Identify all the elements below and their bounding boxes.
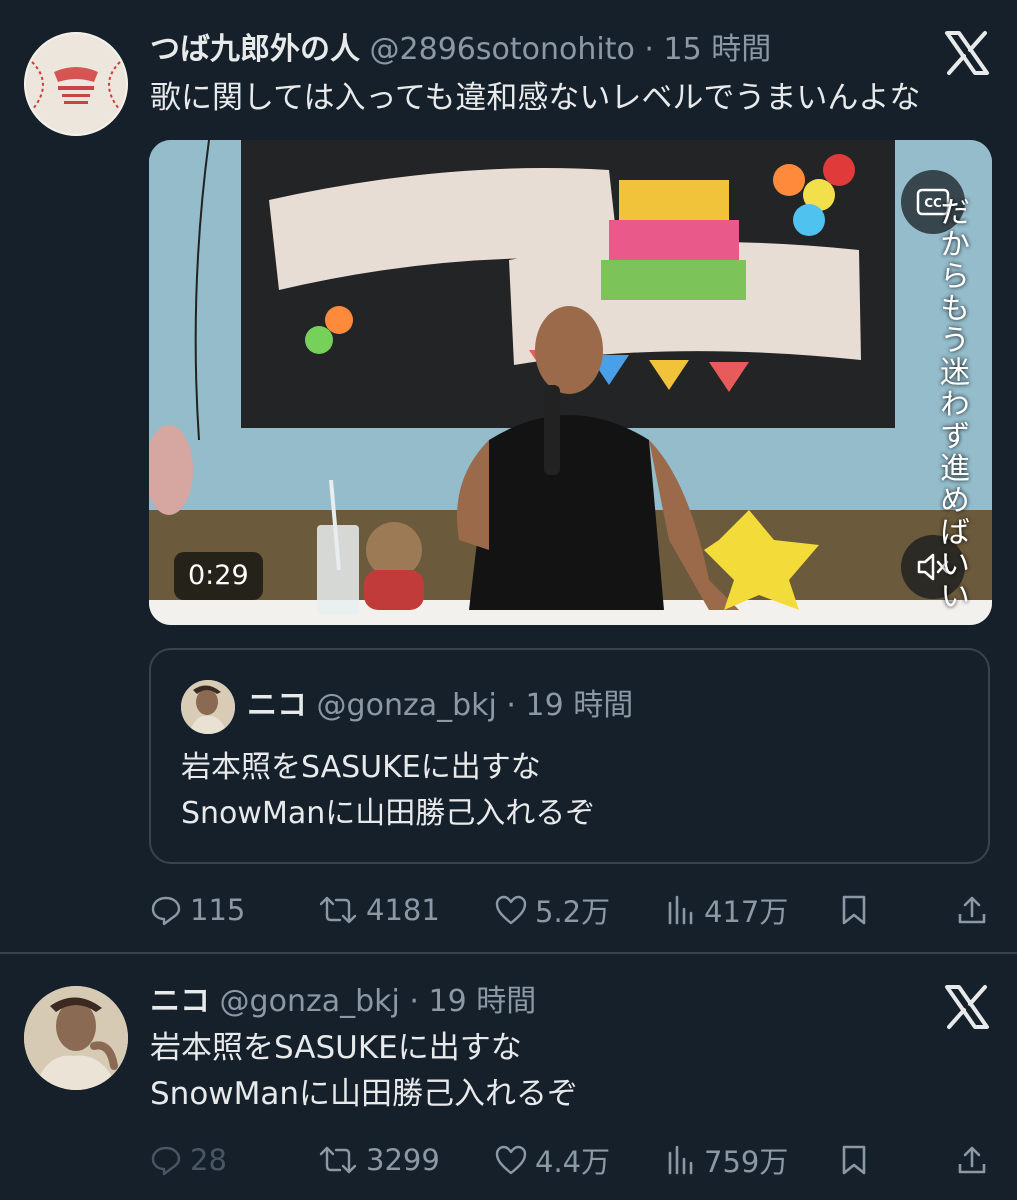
bookmark-icon (842, 1145, 866, 1175)
post-text-line-1: 岩本照をSASUKEに出すな (150, 1030, 522, 1066)
repost-count: 3299 (366, 1143, 440, 1177)
post-2[interactable]: ニコ @gonza_bkj · 19 時間 岩本照をSASUKEに出すな Sno… (0, 954, 1017, 1200)
post-time[interactable]: 19 時間 (428, 984, 536, 1019)
quote-time[interactable]: 19 時間 (525, 688, 633, 723)
author-name[interactable]: つば九郎外の人 (150, 32, 360, 67)
post-time[interactable]: 15 時間 (663, 32, 771, 67)
quoted-post[interactable]: ニコ @gonza_bkj · 19 時間 岩本照をSASUKEに出すな Sno… (149, 648, 990, 864)
quote-author-handle[interactable]: @gonza_bkj (317, 688, 497, 723)
post1-action-bar: 115 4181 5.2万 417万 (0, 885, 1017, 935)
speech-bubble-icon (151, 1146, 181, 1176)
author-handle[interactable]: @gonza_bkj (220, 984, 400, 1019)
reply-count: 28 (190, 1143, 227, 1177)
heart-icon (495, 895, 527, 925)
avatar-baseball[interactable] (24, 32, 128, 136)
post-text-line-2: SnowManに山田勝己入れるぞ (150, 1076, 579, 1112)
author-name[interactable]: ニコ (150, 984, 210, 1019)
quote-author-name[interactable]: ニコ (247, 688, 307, 723)
x-logo-icon[interactable] (944, 984, 990, 1030)
video-lyrics-overlay: だからもう迷わず進めばいい (934, 196, 969, 612)
views-button[interactable]: 759万 (666, 1135, 788, 1185)
niko-avatar-image (24, 986, 128, 1090)
like-button[interactable]: 5.2万 (495, 885, 610, 935)
view-count: 417万 (704, 895, 789, 929)
separator-dot: · (409, 984, 419, 1019)
share-upload-icon (958, 896, 986, 924)
reply-count: 115 (190, 893, 246, 927)
bar-chart-icon (668, 895, 693, 925)
repost-button[interactable]: 4181 (318, 885, 440, 935)
speech-bubble-icon (151, 896, 181, 926)
bookmark-button[interactable] (840, 885, 868, 935)
like-count: 5.2万 (535, 895, 611, 929)
baseball-avatar-image (24, 32, 128, 136)
separator-dot: · (644, 32, 654, 67)
quote-avatar-image (181, 680, 235, 734)
share-button[interactable] (956, 1135, 988, 1185)
repost-count: 4181 (366, 893, 440, 927)
heart-icon (495, 1145, 527, 1175)
post2-action-bar: 28 3299 4.4万 759万 (0, 1135, 1017, 1185)
post-1[interactable]: つば九郎外の人 @2896sotonohito · 15 時間 歌に関しては入っ… (0, 0, 1017, 952)
quote-header: ニコ @gonza_bkj · 19 時間 (247, 686, 633, 726)
video-player[interactable]: CC (149, 140, 992, 625)
quote-avatar[interactable] (181, 680, 235, 734)
video-duration-badge: 0:29 (174, 552, 263, 600)
like-button[interactable]: 4.4万 (495, 1135, 610, 1185)
reply-button[interactable]: 115 (150, 885, 245, 935)
post2-header: ニコ @gonza_bkj · 19 時間 (150, 982, 536, 1022)
view-count: 759万 (704, 1145, 789, 1179)
separator-dot: · (506, 688, 516, 723)
avatar-niko[interactable] (24, 986, 128, 1090)
video-frame (149, 140, 992, 625)
bookmark-button[interactable] (840, 1135, 868, 1185)
like-count: 4.4万 (535, 1145, 611, 1179)
quote-text-line-2: SnowManに山田勝己入れるぞ (181, 796, 596, 831)
bookmark-icon (842, 895, 866, 925)
repost-arrows-icon (319, 1146, 357, 1174)
share-button[interactable] (956, 885, 988, 935)
post-text: 歌に関しては入っても違和感ないレベルでうまいんよな (150, 80, 921, 116)
quote-text-line-1: 岩本照をSASUKEに出すな (181, 750, 541, 785)
bar-chart-icon (668, 1145, 693, 1175)
repost-button[interactable]: 3299 (318, 1135, 440, 1185)
views-button[interactable]: 417万 (666, 885, 788, 935)
repost-arrows-icon (319, 896, 357, 924)
author-handle[interactable]: @2896sotonohito (370, 32, 635, 67)
reply-button[interactable]: 28 (150, 1135, 227, 1185)
share-upload-icon (958, 1146, 986, 1174)
x-logo-icon[interactable] (944, 30, 990, 76)
post1-header: つば九郎外の人 @2896sotonohito · 15 時間 (150, 30, 771, 70)
